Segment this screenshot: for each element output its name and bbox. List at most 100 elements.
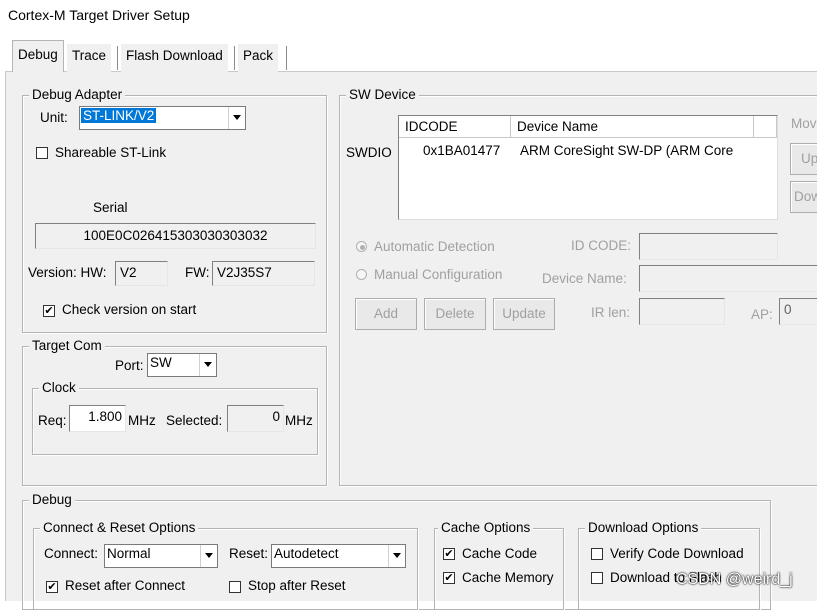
verify-download-label: Verify Code Download: [610, 546, 744, 561]
auto-detection-label: Automatic Detection: [374, 239, 495, 254]
tab-debug[interactable]: Debug: [12, 40, 64, 72]
reset-label: Reset:: [229, 546, 269, 561]
cache-memory-label: Cache Memory: [462, 570, 554, 585]
ap-input[interactable]: 0: [779, 298, 817, 325]
chevron-down-icon[interactable]: [388, 545, 405, 567]
unit-label: Unit:: [40, 110, 68, 125]
req-value: 1.800: [88, 409, 122, 424]
tab-divider: [117, 46, 119, 70]
cache-code-checkbox[interactable]: ✔: [443, 548, 455, 560]
ir-len-input[interactable]: [639, 298, 725, 325]
fw-version-value: V2J35S7: [217, 265, 272, 280]
connect-select[interactable]: Normal: [104, 544, 218, 568]
device-name-input[interactable]: [639, 265, 817, 292]
id-code-label: ID CODE:: [571, 238, 632, 253]
download-options-label: Download Options: [585, 520, 702, 535]
connect-reset-label: Connect & Reset Options: [40, 520, 199, 535]
ir-len-label: IR len:: [591, 305, 631, 320]
move-down-button[interactable]: Dow: [790, 181, 817, 213]
download-to-flash-checkbox[interactable]: [591, 572, 603, 584]
move-up-label: Up: [801, 151, 817, 166]
chevron-down-icon[interactable]: [228, 107, 245, 129]
column-header-filler: [754, 116, 777, 138]
tab-label: Trace: [72, 48, 107, 63]
serial-field: 100E0C026415303030303032: [35, 223, 316, 249]
port-select[interactable]: SW: [147, 353, 217, 377]
watermark-text: CSDN @weird_j: [676, 571, 793, 588]
tab-trace[interactable]: Trace: [67, 44, 112, 72]
title-bar: Cortex-M Target Driver Setup: [0, 0, 817, 32]
fw-label: FW:: [185, 265, 210, 280]
checkmark-icon: ✔: [444, 548, 454, 560]
idcode-cell: 0x1BA01477: [423, 143, 501, 158]
manual-config-label: Manual Configuration: [374, 267, 503, 282]
update-button-label: Update: [502, 306, 546, 321]
reset-select[interactable]: Autodetect: [271, 544, 406, 568]
device-name-label: Device Name:: [542, 271, 627, 286]
table-row[interactable]: 0x1BA01477 ARM CoreSight SW-DP (ARM Core: [399, 139, 777, 163]
id-code-input[interactable]: [639, 233, 778, 260]
move-down-label: Dow: [794, 189, 817, 204]
checkmark-icon: ✔: [44, 305, 54, 317]
move-label: Mov: [791, 116, 817, 131]
debug-group-label: Debug: [29, 492, 75, 507]
cache-memory-checkbox[interactable]: ✔: [443, 572, 455, 584]
stop-after-reset-checkbox[interactable]: [229, 581, 241, 593]
req-label: Req:: [38, 413, 67, 428]
port-value: SW: [150, 355, 172, 370]
tab-label: Debug: [18, 47, 58, 62]
unit-value: ST-LINK/V2: [81, 108, 157, 123]
target-com-label: Target Com: [29, 338, 105, 353]
column-header-device-name[interactable]: Device Name: [511, 116, 754, 138]
tab-flash-download[interactable]: Flash Download: [121, 44, 228, 72]
tab-divider: [286, 46, 288, 70]
connect-label: Connect:: [44, 546, 99, 561]
checkmark-icon: ✔: [47, 581, 57, 593]
stop-after-reset-label: Stop after Reset: [248, 578, 346, 593]
port-label: Port:: [115, 358, 144, 373]
update-button[interactable]: Update: [493, 298, 555, 330]
cache-code-label: Cache Code: [462, 546, 538, 561]
ap-value: 0: [784, 302, 792, 317]
move-up-button[interactable]: Up: [790, 143, 817, 175]
delete-button[interactable]: Delete: [424, 298, 486, 330]
tab-label: Pack: [243, 48, 274, 63]
fw-version-field: V2J35S7: [212, 261, 315, 286]
tab-divider: [234, 46, 236, 70]
unit-select[interactable]: ST-LINK/V2: [79, 106, 246, 130]
manual-config-radio[interactable]: [356, 269, 367, 280]
column-header-label: Device Name: [517, 119, 599, 134]
reset-after-connect-checkbox[interactable]: ✔: [46, 581, 58, 593]
verify-download-checkbox[interactable]: [591, 548, 603, 560]
selected-label: Selected:: [166, 413, 223, 428]
shareable-checkbox[interactable]: [36, 147, 48, 159]
chevron-down-icon[interactable]: [199, 354, 216, 376]
reset-after-connect-label: Reset after Connect: [65, 578, 186, 593]
chevron-down-icon[interactable]: [200, 545, 217, 567]
window-title: Cortex-M Target Driver Setup: [8, 7, 190, 23]
sw-device-label: SW Device: [346, 87, 419, 102]
tab-pack[interactable]: Pack: [238, 44, 279, 72]
connect-reset-group: [33, 528, 418, 610]
swdio-label: SWDIO: [346, 145, 392, 160]
tab-label: Flash Download: [126, 48, 223, 63]
connect-value: Normal: [107, 546, 151, 561]
debug-adapter-group: [22, 95, 327, 333]
auto-detection-radio[interactable]: [356, 241, 367, 252]
req-unit: MHz: [128, 413, 156, 428]
column-header-idcode[interactable]: IDCODE: [399, 116, 511, 138]
check-version-checkbox[interactable]: ✔: [43, 305, 55, 317]
cache-options-group: [434, 528, 564, 610]
hw-version-value: V2: [120, 265, 137, 280]
selected-unit: MHz: [285, 413, 313, 428]
serial-value: 100E0C026415303030303032: [83, 228, 268, 243]
debug-adapter-label: Debug Adapter: [29, 87, 126, 102]
add-button[interactable]: Add: [355, 298, 417, 330]
sw-device-table[interactable]: IDCODE Device Name 0x1BA01477 ARM CoreSi…: [398, 115, 778, 220]
add-button-label: Add: [373, 306, 399, 321]
reset-value: Autodetect: [274, 546, 339, 561]
shareable-label: Shareable ST-Link: [55, 145, 167, 160]
ap-label: AP:: [751, 307, 773, 322]
check-version-label: Check version on start: [62, 302, 197, 317]
req-input[interactable]: 1.800: [69, 405, 126, 432]
